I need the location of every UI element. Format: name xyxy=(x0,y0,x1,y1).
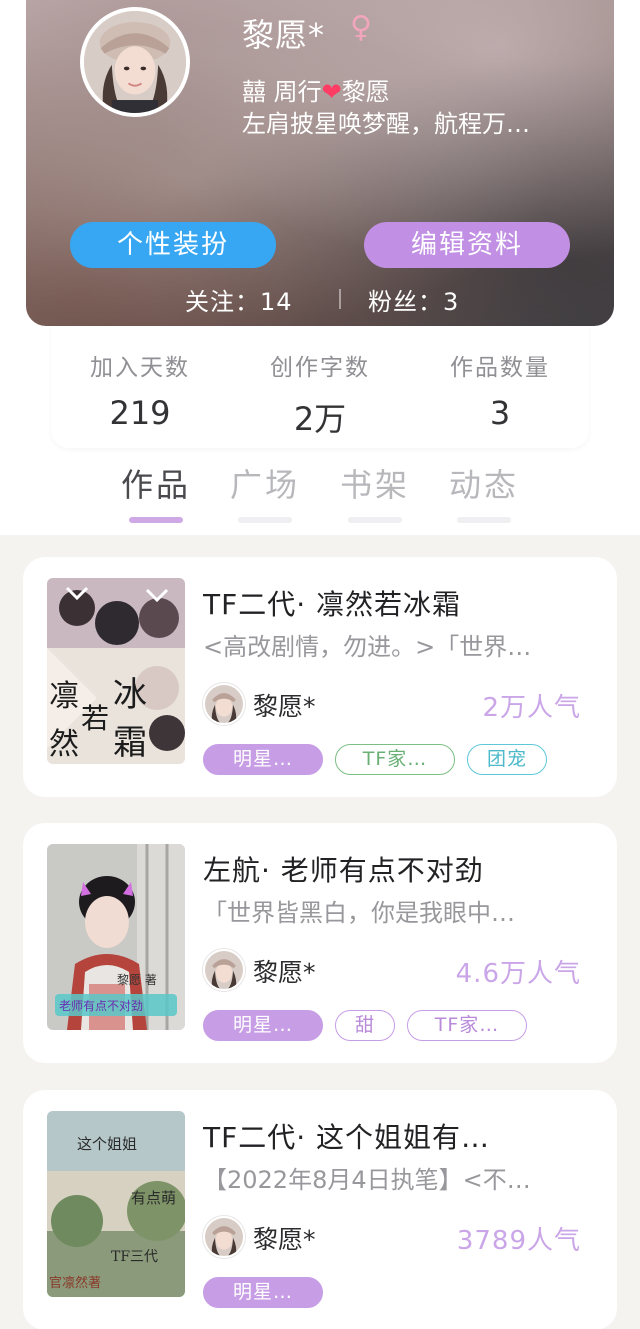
stat-work-count: 作品数量 3 xyxy=(430,348,570,432)
popularity-count: 2万人气 xyxy=(482,693,581,723)
stat-word-count: 创作字数 2万 xyxy=(250,348,390,440)
cover-author: 官凛然著 xyxy=(49,1275,101,1291)
cover-image: 凛 若 冰 然 霜 xyxy=(47,578,185,764)
work-description: 【2022年8月4日执笔】<不… xyxy=(203,1166,531,1194)
profile-header: 黎愿* ♀ 囍 周行❤黎愿 左肩披星唤梦醒，航程万… 个性装扮 编辑资料 关注：… xyxy=(26,0,614,326)
tab-indicator xyxy=(457,517,511,523)
tab-bookshelf[interactable]: 书架 xyxy=(332,460,418,506)
female-gender-icon: ♀ xyxy=(350,10,372,45)
work-card[interactable]: 老师有点不对劲 黎愿 著 左航· 老师有点不对劲 「世界皆黑白，你是我眼中… 黎… xyxy=(23,823,617,1063)
work-title[interactable]: TF二代· 凛然若冰霜 xyxy=(203,583,585,623)
stat-value: 2万 xyxy=(293,400,347,438)
tab-indicator-active xyxy=(129,517,183,523)
tab-indicator xyxy=(238,517,292,523)
stat-value: 219 xyxy=(109,394,171,432)
avatar-image xyxy=(84,11,186,113)
avatar-image xyxy=(205,685,243,723)
author-name[interactable]: 黎愿* xyxy=(253,687,316,723)
author-avatar[interactable] xyxy=(203,949,245,991)
author-avatar[interactable] xyxy=(203,683,245,725)
work-title[interactable]: 左航· 老师有点不对劲 xyxy=(203,849,585,889)
cover-char: 霜 xyxy=(113,723,147,763)
popularity-count: 3789人气 xyxy=(456,1226,581,1256)
work-description: <高改剧情，勿进。>「世界… xyxy=(203,633,532,661)
stat-label: 创作字数 xyxy=(270,355,370,381)
tag[interactable]: 甜 xyxy=(335,1010,395,1041)
work-card[interactable]: 这个姐姐 有点萌 官凛然著 TF三代 TF二代· 这个姐姐有… 【2022年8月… xyxy=(23,1090,617,1329)
tag[interactable]: TF家… xyxy=(335,744,455,775)
tab-works[interactable]: 作品 xyxy=(113,460,199,506)
work-title[interactable]: TF二代· 这个姐姐有… xyxy=(203,1116,585,1156)
tag[interactable]: 团宠 xyxy=(467,744,547,775)
profile-avatar[interactable] xyxy=(80,7,190,117)
edit-profile-button[interactable]: 编辑资料 xyxy=(364,222,570,268)
cover-caption: 老师有点不对劲 xyxy=(59,999,143,1013)
cover-char: 凛 xyxy=(49,679,79,714)
cover-image: 老师有点不对劲 黎愿 著 xyxy=(47,844,185,1030)
cover-char: 然 xyxy=(49,727,79,762)
tab-square[interactable]: 广场 xyxy=(222,460,308,506)
stat-label: 作品数量 xyxy=(450,355,550,381)
cover-image: 这个姐姐 有点萌 官凛然著 TF三代 xyxy=(47,1111,185,1297)
follow-stats: 关注：14 粉丝：3 xyxy=(26,282,614,316)
tab-activity[interactable]: 动态 xyxy=(441,460,527,506)
username: 黎愿* xyxy=(242,16,326,54)
author-avatar[interactable] xyxy=(203,1216,245,1258)
book-cover[interactable]: 老师有点不对劲 黎愿 著 xyxy=(47,844,185,1030)
work-card[interactable]: 凛 若 冰 然 霜 TF二代· 凛然若冰霜 <高改剧情，勿进。>「世界… 黎愿*… xyxy=(23,557,617,797)
cover-caption: 这个姐姐 xyxy=(77,1135,137,1153)
cover-char: 若 xyxy=(81,702,109,735)
avatar-image xyxy=(205,1218,243,1256)
book-cover[interactable]: 凛 若 冰 然 霜 xyxy=(47,578,185,764)
heart-icon: ❤ xyxy=(321,78,342,106)
profile-tabs: 作品 广场 书架 动态 xyxy=(0,460,640,530)
stat-label: 加入天数 xyxy=(90,355,190,381)
bio-line-1: 囍 周行❤黎愿 xyxy=(242,72,390,107)
followers-count[interactable]: 粉丝：3 xyxy=(368,282,459,317)
stat-value: 3 xyxy=(489,394,511,432)
tab-indicator xyxy=(348,517,402,523)
tag[interactable]: TF家… xyxy=(407,1010,527,1041)
popularity-count: 4.6万人气 xyxy=(455,959,581,989)
stat-join-days: 加入天数 219 xyxy=(70,348,210,432)
follow-divider xyxy=(339,289,341,309)
author-name[interactable]: 黎愿* xyxy=(253,1220,316,1256)
bio-text-a: 囍 周行 xyxy=(242,78,322,106)
personal-dress-up-button[interactable]: 个性装扮 xyxy=(70,222,276,268)
cover-caption: TF三代 xyxy=(111,1249,158,1265)
tag[interactable]: 明星… xyxy=(203,1277,323,1308)
tag[interactable]: 明星… xyxy=(203,1010,323,1041)
author-name[interactable]: 黎愿* xyxy=(253,953,316,989)
cover-author: 黎愿 著 xyxy=(117,973,157,987)
work-description: 「世界皆黑白，你是我眼中… xyxy=(203,899,515,927)
cover-char: 冰 xyxy=(113,675,147,715)
bio-text-b: 黎愿 xyxy=(341,78,390,106)
avatar-image xyxy=(205,951,243,989)
stats-panel: 加入天数 219 创作字数 2万 作品数量 3 xyxy=(51,326,589,448)
cover-caption: 有点萌 xyxy=(131,1189,176,1207)
bio-line-2: 左肩披星唤梦醒，航程万… xyxy=(242,110,530,138)
book-cover[interactable]: 这个姐姐 有点萌 官凛然著 TF三代 xyxy=(47,1111,185,1297)
following-count[interactable]: 关注：14 xyxy=(185,282,293,317)
tag[interactable]: 明星… xyxy=(203,744,323,775)
